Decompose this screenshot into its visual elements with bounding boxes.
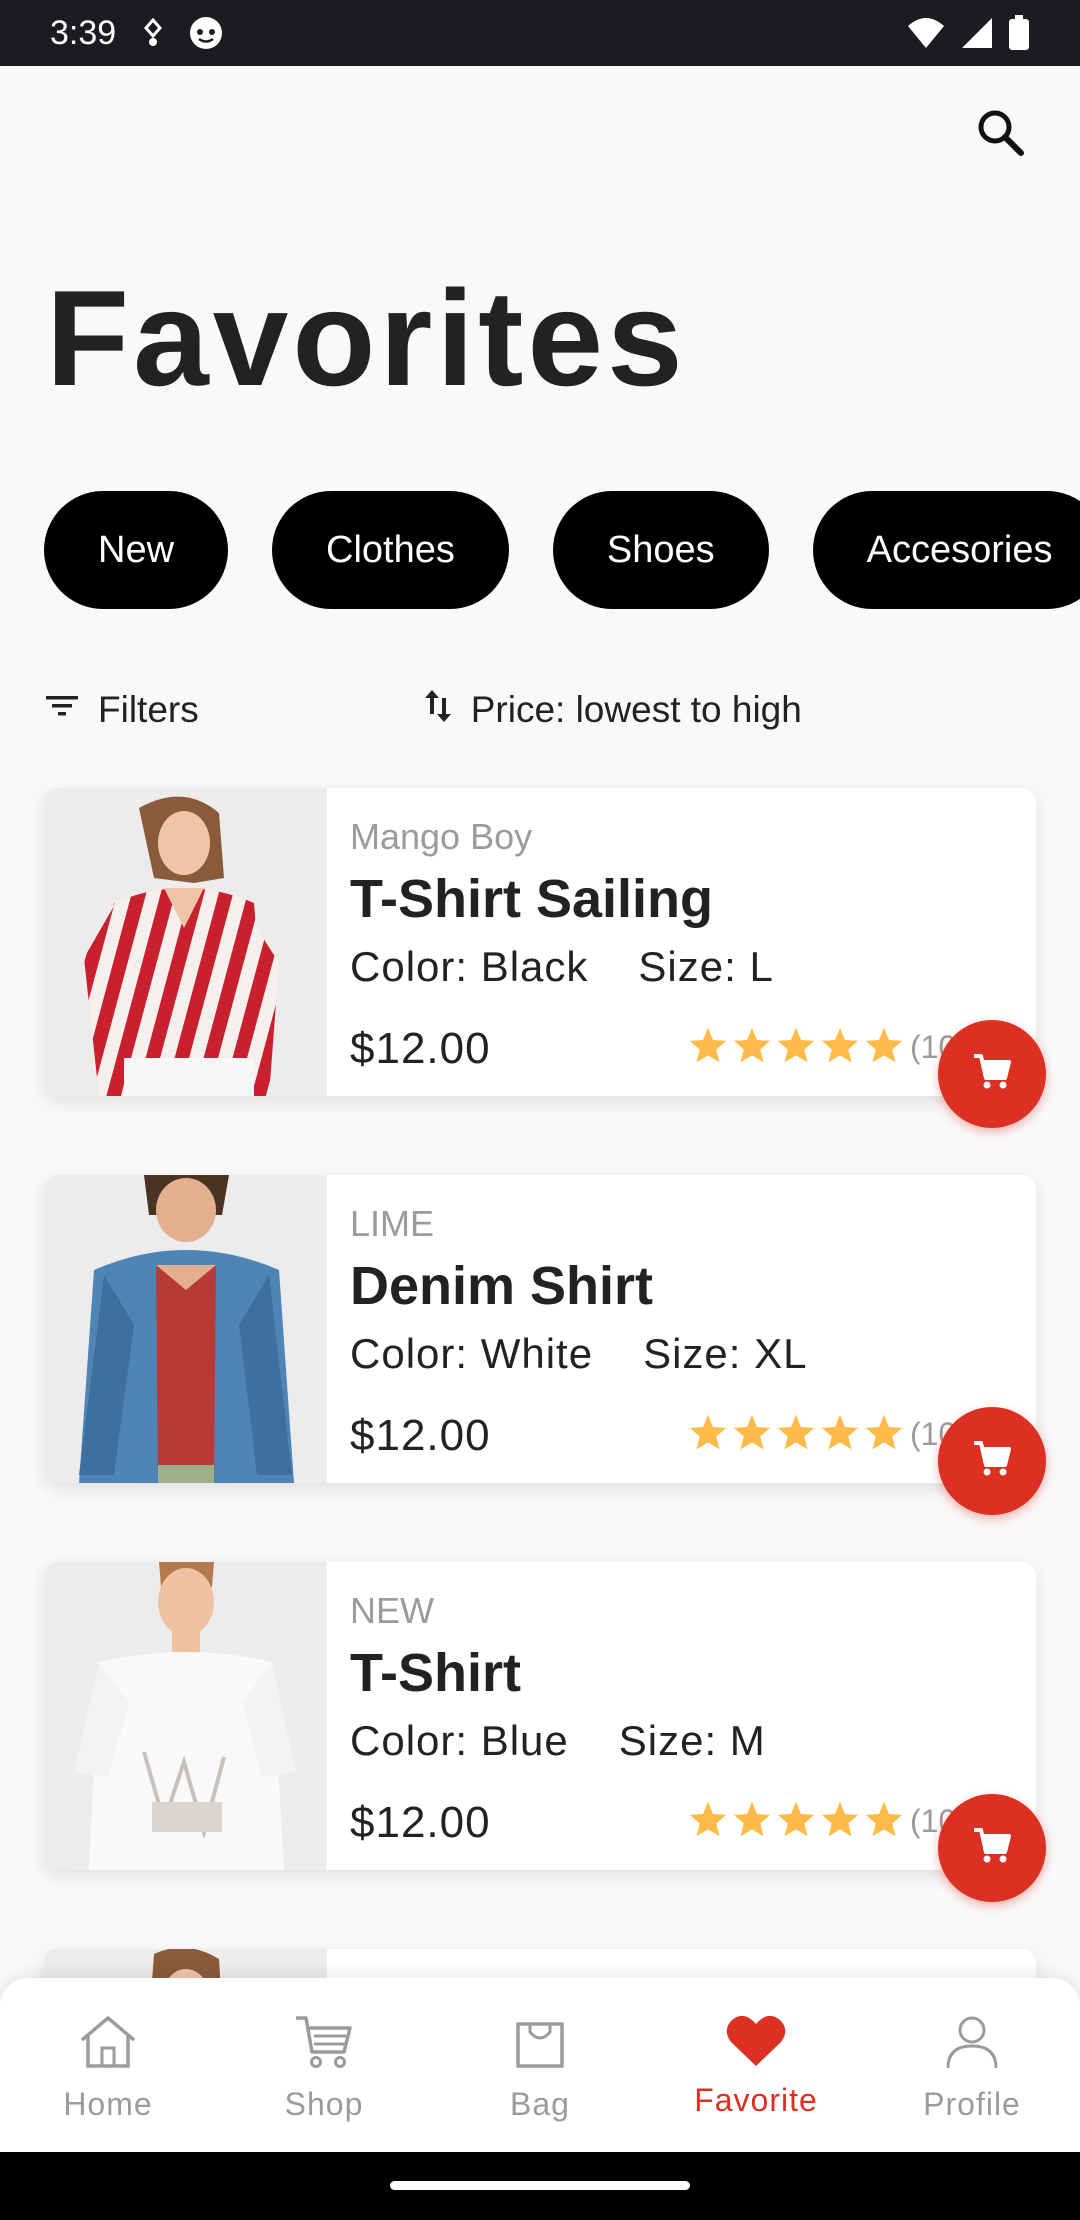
cart-icon [972, 1052, 1012, 1097]
nav-bag[interactable]: Bag [432, 1978, 648, 2152]
product-brand: LIME [350, 1203, 435, 1244]
product-photo [44, 1175, 327, 1483]
category-chips: New Clothes Shoes Accesories [44, 491, 1080, 609]
nav-home-label: Home [63, 2086, 153, 2122]
nav-favorite-label: Favorite [694, 2082, 818, 2118]
star-icon [820, 1026, 860, 1069]
nav-profile[interactable]: Profile [864, 1978, 1080, 2152]
product-size: Size: M [618, 1717, 766, 1764]
home-gesture-handle[interactable] [390, 2181, 690, 2190]
star-icon [864, 1026, 904, 1069]
wifi-icon [906, 16, 946, 50]
product-color: Color: Black [350, 943, 589, 990]
product-price: $12.00 [350, 1798, 491, 1847]
product-color: Color: White [350, 1330, 594, 1377]
system-gesture-bar [0, 2152, 1080, 2220]
product-card[interactable]: NEW T-Shirt Color: Blue Size: M $12.00 (1… [44, 1562, 1046, 1902]
chip-new[interactable]: New [44, 491, 229, 609]
sort-icon [423, 688, 453, 733]
product-card[interactable]: Mango Boy T-Shirt Sailing Color: Black Si… [44, 788, 1046, 1128]
star-icon [688, 1800, 728, 1843]
nav-favorite[interactable]: Favorite [648, 1978, 864, 2152]
star-icon [776, 1413, 816, 1456]
chip-accesories[interactable]: Accesories [812, 491, 1080, 609]
star-icon [864, 1413, 904, 1456]
cell-signal-icon [960, 16, 994, 50]
star-icon [820, 1800, 860, 1843]
product-price: $12.00 [350, 1024, 491, 1073]
product-size: Size: XL [643, 1330, 808, 1377]
product-name: Denim Shirt [350, 1256, 654, 1316]
add-to-cart-button[interactable] [938, 1794, 1046, 1902]
product-brand: NEW [350, 1590, 434, 1631]
star-icon [732, 1413, 772, 1456]
nav-profile-label: Profile [923, 2086, 1021, 2122]
add-to-cart-button[interactable] [938, 1020, 1046, 1128]
product-price: $12.00 [350, 1411, 491, 1460]
star-icon [688, 1026, 728, 1069]
heart-icon [724, 2012, 788, 2076]
cart-icon [292, 2012, 356, 2080]
add-to-cart-button[interactable] [938, 1407, 1046, 1515]
star-icon [776, 1800, 816, 1843]
chip-shoes[interactable]: Shoes [552, 491, 769, 609]
product-attributes: Color: Black Size: L [350, 943, 774, 991]
status-time: 3:39 [50, 13, 117, 52]
chip-clothes[interactable]: Clothes [272, 491, 509, 609]
usb-debug-icon [140, 18, 166, 48]
filters-button[interactable]: Filters [44, 688, 199, 733]
cart-icon [972, 1826, 1012, 1871]
product-rating: (10) [688, 1800, 967, 1843]
product-color: Color: Blue [350, 1717, 569, 1764]
product-attributes: Color: Blue Size: M [350, 1717, 766, 1765]
product-attributes: Color: White Size: XL [350, 1330, 807, 1378]
product-brand: Mango Boy [350, 816, 533, 857]
status-bar: 3:39 [0, 0, 1080, 66]
product-name: T-Shirt Sailing [350, 869, 714, 929]
product-photo [44, 788, 327, 1096]
nav-shop-label: Shop [284, 2086, 364, 2122]
product-card[interactable]: LIME Denim Shirt Color: White Size: XL $1… [44, 1175, 1046, 1515]
star-icon [732, 1026, 772, 1069]
profile-icon [940, 2012, 1004, 2080]
product-name: T-Shirt [350, 1643, 521, 1703]
product-rating: (10) [688, 1413, 967, 1456]
nav-shop[interactable]: Shop [216, 1978, 432, 2152]
search-button[interactable] [968, 102, 1032, 166]
home-icon [76, 2012, 140, 2080]
sort-button[interactable]: Price: lowest to high [423, 688, 802, 733]
star-icon [688, 1413, 728, 1456]
filters-label: Filters [98, 689, 199, 730]
filter-icon [44, 688, 80, 733]
star-icon [776, 1026, 816, 1069]
nav-bag-label: Bag [510, 2086, 570, 2122]
cart-icon [972, 1439, 1012, 1484]
product-size: Size: L [638, 943, 774, 990]
star-icon [864, 1800, 904, 1843]
product-rating: (10) [688, 1026, 967, 1069]
bag-icon [508, 2012, 572, 2080]
nav-home[interactable]: Home [0, 1978, 216, 2152]
bottom-navigation: Home Shop Bag Favorite Profile [0, 1978, 1080, 2152]
search-icon [975, 107, 1025, 162]
page-title: Favorites [46, 262, 687, 414]
filter-toolbar: Filters Price: lowest to high [44, 680, 1044, 740]
star-icon [732, 1800, 772, 1843]
sort-label: Price: lowest to high [470, 689, 802, 730]
app-notification-icon [188, 15, 224, 51]
product-photo [44, 1562, 327, 1870]
battery-icon [1008, 15, 1030, 51]
star-icon [820, 1413, 860, 1456]
